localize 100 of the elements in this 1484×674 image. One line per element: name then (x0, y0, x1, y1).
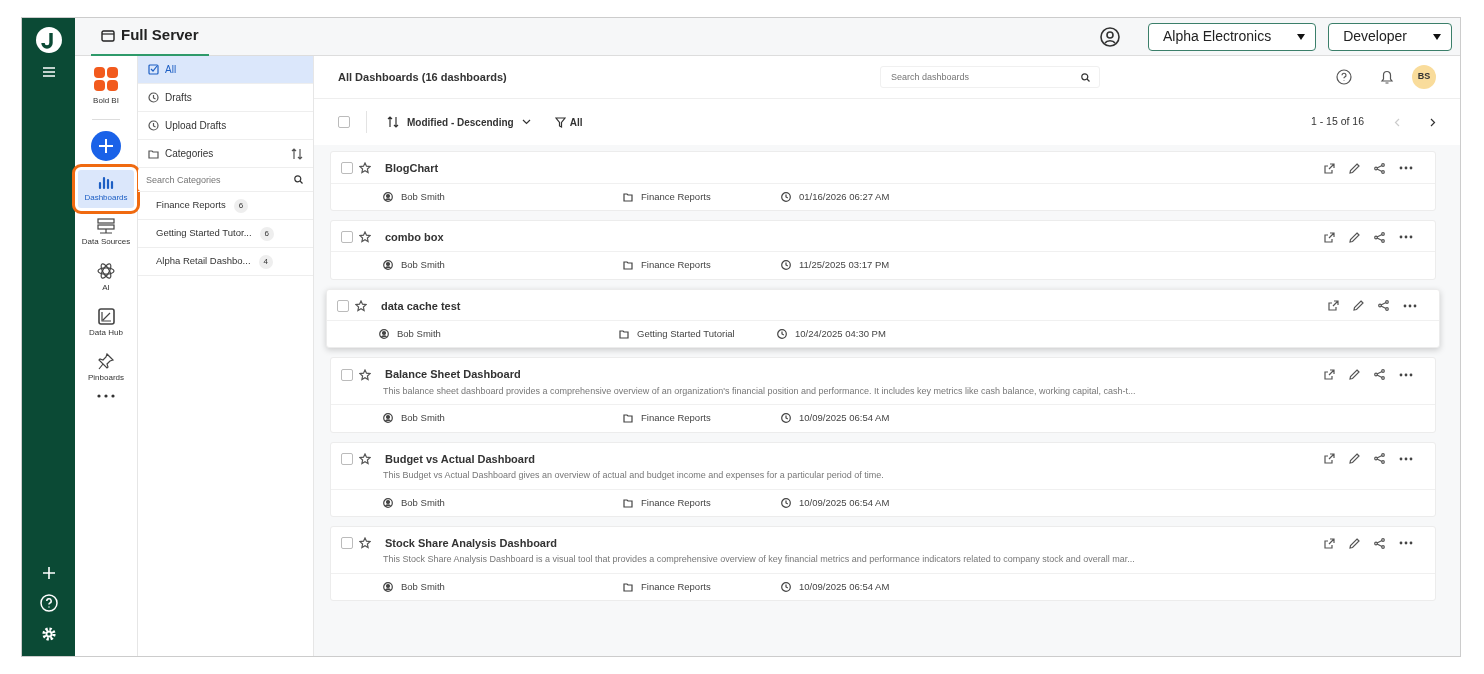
external-link-icon[interactable] (1324, 537, 1335, 549)
user-icon (383, 260, 393, 271)
dashboard-title[interactable]: Balance Sheet Dashboard (385, 366, 521, 383)
select-checkbox[interactable] (341, 368, 353, 381)
share-icon[interactable] (1378, 300, 1389, 312)
star-icon[interactable] (359, 368, 371, 381)
select-checkbox[interactable] (341, 537, 353, 549)
share-icon[interactable] (1374, 162, 1385, 174)
owner-name: Bob Smith (401, 411, 445, 426)
tenant-dropdown[interactable]: Alpha Electronics (1148, 22, 1317, 51)
user-icon (383, 497, 393, 508)
share-icon[interactable] (1374, 231, 1385, 243)
plus-icon[interactable] (41, 566, 56, 580)
more-icon[interactable] (1399, 372, 1413, 377)
share-icon[interactable] (1374, 369, 1385, 380)
role-dropdown[interactable]: Developer (1328, 22, 1452, 51)
star-icon[interactable] (359, 452, 371, 465)
select-all-checkbox[interactable] (338, 116, 350, 128)
chevron-right-icon[interactable] (1430, 117, 1436, 127)
sort-icon[interactable] (291, 147, 303, 160)
external-link-icon[interactable] (1328, 300, 1339, 312)
folder-icon (148, 148, 159, 159)
dashboard-title[interactable]: Stock Share Analysis Dashboard (385, 534, 557, 552)
star-icon[interactable] (359, 537, 371, 549)
select-checkbox[interactable] (341, 452, 353, 465)
external-link-icon[interactable] (1324, 231, 1335, 243)
folder-icon (623, 191, 633, 202)
category-name: Getting Started Tutorial (637, 327, 735, 341)
help-icon[interactable] (1336, 69, 1352, 85)
more-icon[interactable] (1403, 303, 1417, 308)
pencil-icon[interactable] (1349, 453, 1360, 465)
product-logo-icon[interactable] (93, 66, 119, 92)
category-name[interactable]: Getting Started Tutor... (156, 226, 252, 241)
pencil-icon[interactable] (1349, 537, 1360, 549)
external-link-icon[interactable] (1324, 369, 1335, 380)
external-link-icon[interactable] (1324, 162, 1335, 174)
select-checkbox[interactable] (337, 299, 349, 312)
checkbox-icon (148, 64, 159, 75)
avatar[interactable]: BS (1412, 65, 1436, 89)
dashboard-description: This Stock Share Analysis Dashboard is a visual tool that provides a comprehensive overview of key financial metrics and performance indicators related to company stock and overall mar... (382, 553, 1136, 567)
select-checkbox[interactable] (341, 231, 353, 243)
dashboard-title[interactable]: data cache test (381, 297, 461, 314)
dashboard-title[interactable]: Budget vs Actual Dashboard (385, 450, 535, 467)
logo-icon[interactable] (34, 26, 63, 54)
server-icon (97, 218, 115, 234)
more-icon[interactable] (1399, 456, 1413, 461)
nav-item[interactable]: Data Hub (78, 304, 134, 343)
dashboard-search-field[interactable]: Search dashboards (880, 66, 1100, 88)
select-checkbox[interactable] (341, 162, 353, 175)
more-icon[interactable] (97, 394, 115, 398)
star-icon[interactable] (359, 231, 371, 243)
pencil-icon[interactable] (1353, 300, 1364, 312)
count-badge: 6 (259, 226, 275, 241)
category-name: Finance Reports (641, 495, 711, 510)
share-icon[interactable] (1374, 537, 1385, 549)
user-icon (383, 191, 393, 202)
nav-item[interactable]: AI (78, 258, 134, 298)
share-icon[interactable] (1374, 453, 1385, 465)
category-name: Finance Reports (641, 189, 711, 204)
filter-icon (554, 116, 566, 128)
folder-icon (623, 497, 633, 508)
more-icon[interactable] (1399, 166, 1413, 171)
dashboard-title[interactable]: combo box (385, 228, 444, 246)
more-icon[interactable] (1399, 235, 1413, 239)
modified-date: 10/09/2025 06:54 AM (799, 411, 890, 426)
filter-dropdown[interactable]: All (550, 114, 587, 130)
category-name[interactable]: Alpha Retail Dashbo... (156, 254, 251, 269)
star-icon[interactable] (355, 299, 367, 312)
caret-icon (1297, 33, 1306, 40)
count-badge: 6 (233, 198, 249, 213)
pencil-icon[interactable] (1349, 231, 1360, 243)
bell-icon[interactable] (1380, 69, 1394, 85)
pin-icon (97, 353, 115, 370)
filter-item[interactable]: All (138, 56, 313, 84)
dashboard-card[interactable]: Budget vs Actual Dashboard This Budget vs Actual Dashboard gives an overview of actual and budget income and expenses for a particular period of time. Bob Smith Finance Reports 10/09/2025 06:54 AM (330, 441, 1436, 517)
nav-item[interactable]: Data Sources (78, 214, 134, 252)
clock-icon (148, 120, 159, 131)
settings-icon[interactable] (40, 626, 57, 642)
pencil-icon[interactable] (1349, 369, 1360, 380)
category-name: Finance Reports (641, 579, 711, 594)
dashboard-card[interactable]: data cache test Bob Smith Getting Started Tutorial 10/24/2025 04:30 PM (326, 288, 1440, 349)
create-plus-icon[interactable] (90, 130, 122, 162)
star-icon[interactable] (359, 162, 371, 175)
user-icon (379, 329, 389, 340)
clock-icon (781, 581, 791, 592)
nav-item[interactable]: Pinboards (78, 349, 134, 388)
dashboard-card[interactable]: combo box Bob Smith Finance Reports 11/25/2025 03:17 PM (330, 219, 1436, 280)
pencil-icon[interactable] (1349, 162, 1360, 174)
categories-heading: Categories (165, 147, 214, 161)
menu-icon[interactable] (41, 66, 56, 78)
atom-icon (97, 262, 115, 280)
more-icon[interactable] (1399, 541, 1413, 545)
user-icon[interactable] (1100, 26, 1120, 47)
sort-dropdown[interactable]: Modified - Descending (383, 114, 535, 130)
owner-name: Bob Smith (401, 579, 445, 594)
dashboard-card[interactable]: BlogChart Bob Smith Finance Reports 01/16/2026 06:27 AM (330, 151, 1436, 211)
external-link-icon[interactable] (1324, 453, 1335, 465)
dashboard-title[interactable]: BlogChart (385, 160, 439, 177)
dashboard-description: This Budget vs Actual Dashboard gives an overview of actual and budget income and expenses for a particular period of time. (382, 469, 885, 482)
category-name[interactable]: Finance Reports (156, 198, 226, 213)
